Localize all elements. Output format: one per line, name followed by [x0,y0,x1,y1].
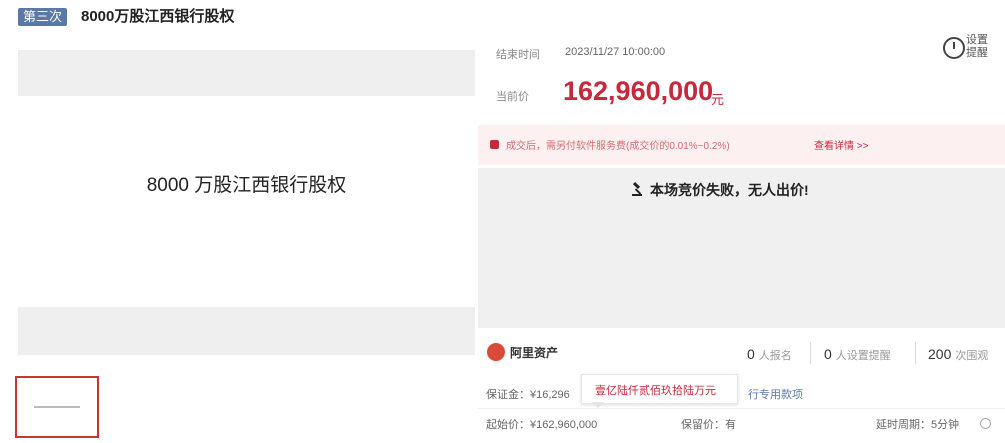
image-band-top [18,50,475,96]
end-time-value: 2023/11/27 10:00:00 [565,46,666,58]
price-tooltip-text: 壹亿陆仟贰佰玖拾陆万元 [595,385,716,397]
image-caption: 8000 万股江西银行股权 [146,175,347,196]
thumbnail-content [34,406,80,408]
reserve-price-info: 保留价：有 [681,419,736,431]
alarm-clock-icon[interactable] [943,37,965,59]
stat-reminders: 0 人设置提醒 [824,346,891,363]
divider [478,408,1005,409]
stat-value: 0 [824,346,832,362]
stat-label: 人报名 [758,350,792,362]
special-account-link[interactable]: 行专用款项 [748,386,803,402]
divider [915,342,916,364]
stat-value: 0 [747,346,755,362]
stat-views: 200 次围观 [928,346,988,363]
tooltip-arrow [592,402,604,408]
delay-period-info: 延时周期：5分钟 [876,419,960,431]
divider [810,342,811,364]
brand-name: 阿里资产 [510,346,559,360]
stat-value: 200 [928,346,952,362]
stat-label: 人设置提醒 [835,350,891,362]
image-band-bottom [18,307,475,355]
deposit-info: 保证金：¥16,296 [486,389,570,401]
gavel-icon [632,182,642,196]
stat-label: 次围观 [955,350,989,362]
auction-status-text: 本场竞价失败，无人出价! [650,182,809,198]
current-price-label: 当前价 [496,91,529,103]
stat-registered: 0 人报名 [747,346,792,363]
notice-text: 成交后，需另付软件服务费(成交价的0.01%~0.2%) [506,141,730,152]
ali-assets-logo-icon [487,343,505,361]
page-title: 8000万股江西银行股权 [81,8,235,25]
current-price-unit: 元 [711,92,725,107]
help-icon[interactable] [980,418,991,429]
view-details-link[interactable]: 查看详情 >> [814,137,868,152]
set-reminder-label[interactable]: 设置提醒 [966,34,992,60]
current-price-value: 162,960,000 [563,76,714,106]
round-badge: 第三次 [18,8,68,26]
lock-icon [490,140,499,149]
end-time-label: 结束时间 [496,49,540,61]
start-price-info: 起始价：¥162,960,000 [486,419,598,431]
